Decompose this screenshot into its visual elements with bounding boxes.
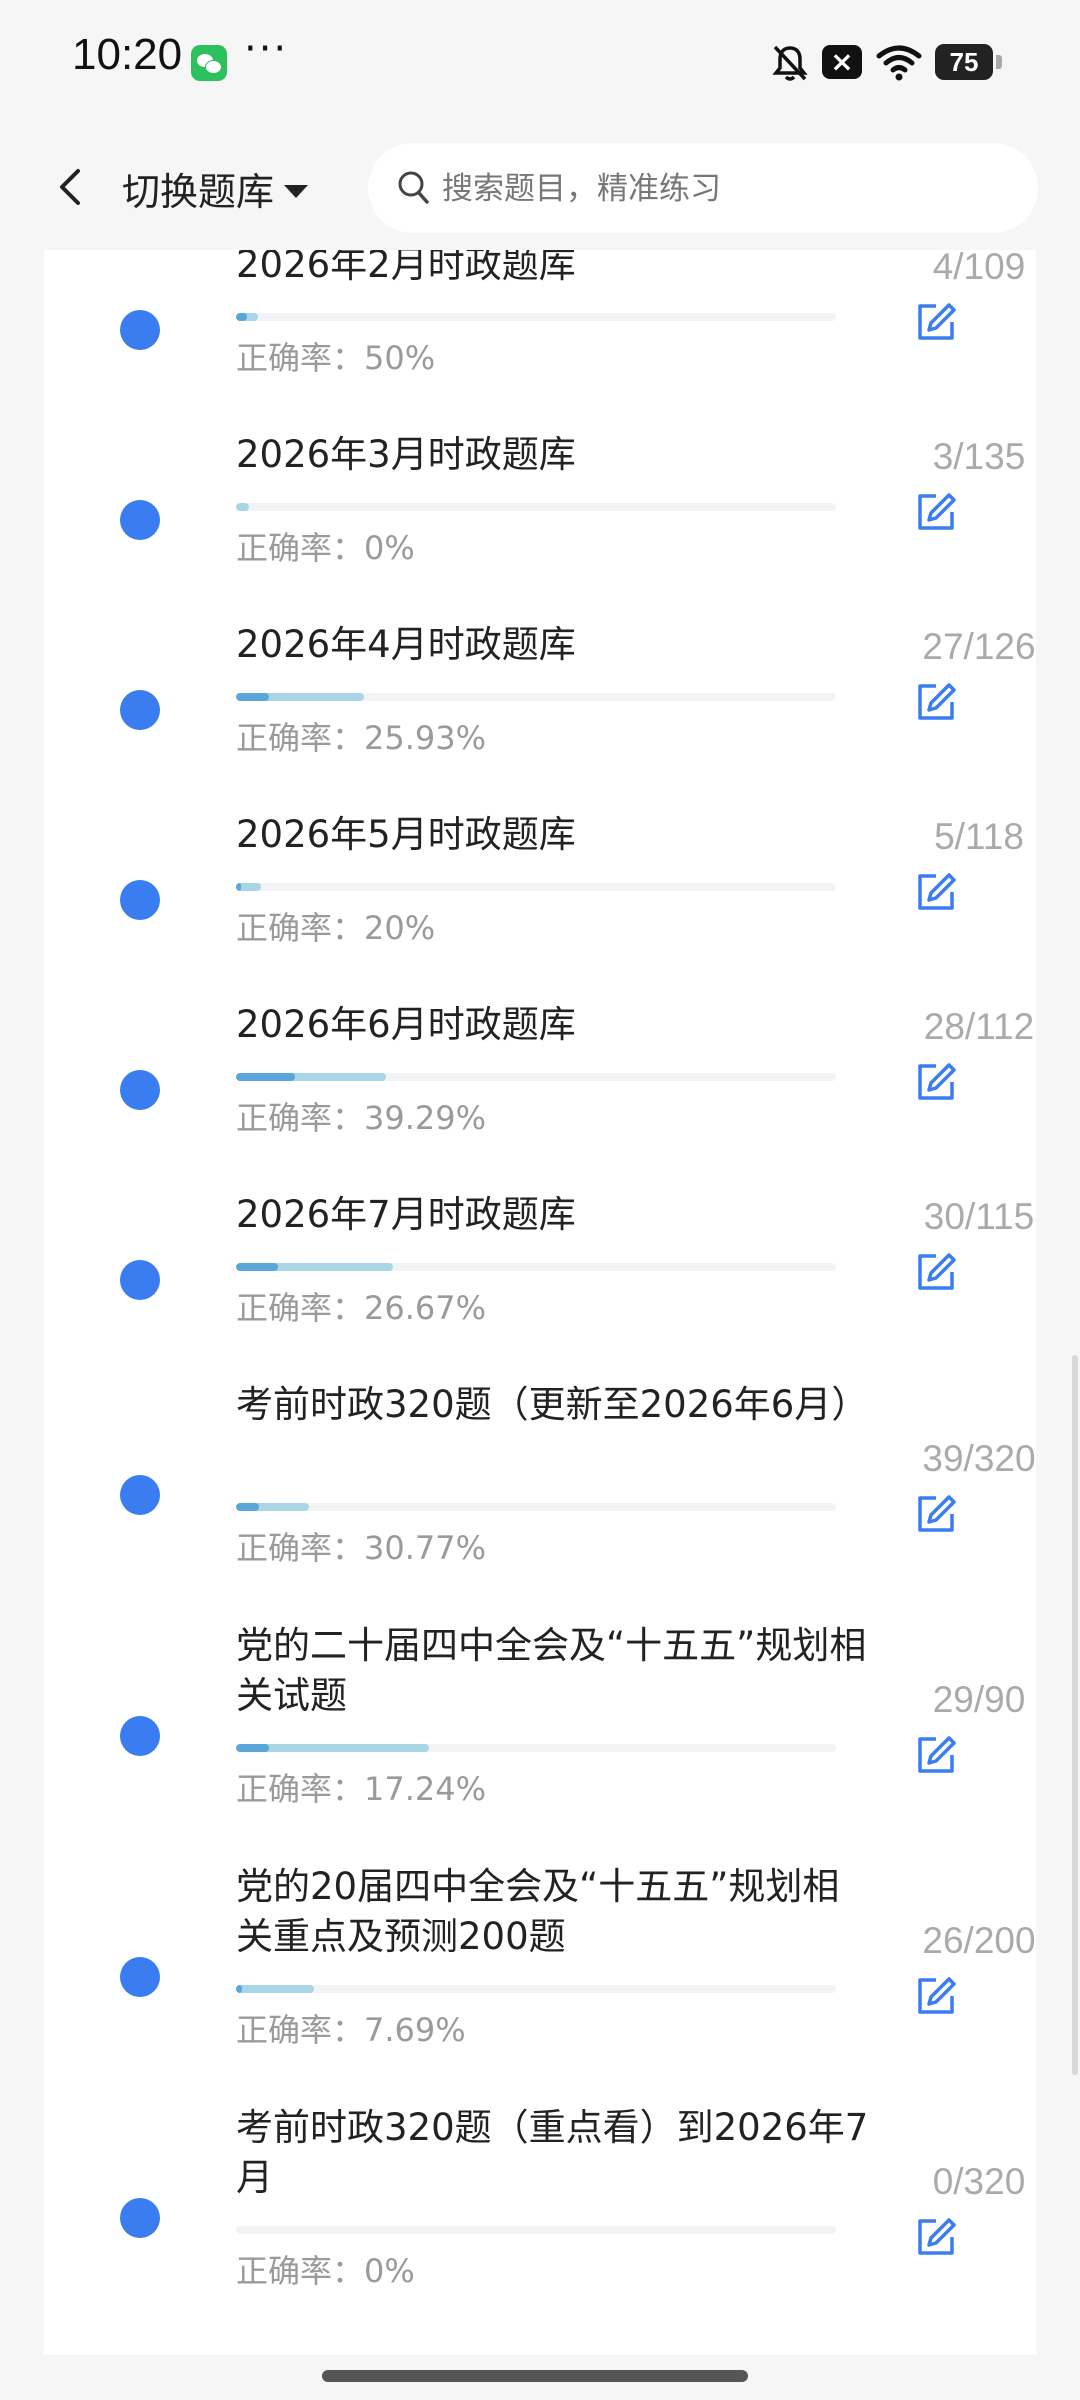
progress-count: 29/90 — [932, 1679, 1026, 1720]
question-bank-list: 2026年2月时政题库 正确率：50% 4/109 2026年3月时政题库正确率：0%… — [44, 250, 1036, 2355]
progress-fill — [236, 503, 250, 511]
accuracy-label: 正确率：0% — [236, 2252, 415, 2290]
progress-count: 3/135 — [932, 436, 1026, 477]
accuracy-fill — [236, 1263, 278, 1271]
accuracy-label: 正确率：50% — [236, 339, 436, 377]
status-dot — [120, 1260, 160, 1300]
question-bank-item[interactable]: 党的20届四中全会及“十五五”规划相关重点及预测200题正确率：7.69% 26/… — [44, 1862, 1036, 2103]
progress-bar — [236, 1263, 836, 1271]
edit-icon[interactable] — [914, 300, 958, 344]
progress-count: 39/320 — [922, 1438, 1036, 1479]
progress-bar — [236, 503, 836, 511]
accuracy-fill — [236, 1073, 295, 1081]
status-dot — [120, 1716, 160, 1756]
progress-bar — [236, 1985, 836, 1993]
item-title: 考前时政320题（更新至2026年6月） — [236, 1383, 869, 1426]
question-bank-item[interactable]: 考前时政320题（重点看）到2026年7月正确率：0% 0/320 — [44, 2103, 1036, 2344]
item-title: 党的20届四中全会及“十五五”规划相关重点及预测200题 — [236, 1865, 840, 1958]
status-dot — [120, 2198, 160, 2238]
search-box[interactable] — [368, 143, 1038, 235]
accuracy-label: 正确率：39.29% — [236, 1099, 487, 1137]
progress-count: 26/200 — [922, 1920, 1036, 1961]
search-icon — [398, 171, 429, 204]
progress-bar — [236, 883, 836, 891]
status-dot — [120, 500, 160, 540]
status-dot — [120, 310, 160, 350]
accuracy-label: 正确率：17.24% — [236, 1770, 487, 1808]
status-bar: 10:20 ··· × 75 — [0, 0, 1080, 125]
status-dot — [120, 1070, 160, 1110]
progress-fill — [236, 1985, 314, 1993]
item-title: 2026年5月时政题库 — [236, 813, 576, 856]
more-dots-icon: ··· — [244, 26, 289, 72]
status-dot — [120, 1957, 160, 1997]
edit-icon[interactable] — [914, 490, 958, 534]
accuracy-label: 正确率：26.67% — [236, 1289, 487, 1327]
edit-icon[interactable] — [914, 680, 958, 724]
battery-icon: 75 — [935, 44, 1002, 80]
edit-icon[interactable] — [914, 1492, 958, 1536]
accuracy-label: 正确率：25.93% — [236, 719, 487, 757]
caret-down-icon — [284, 185, 309, 198]
status-dot — [120, 1475, 160, 1515]
edit-icon[interactable] — [914, 870, 958, 914]
progress-bar — [236, 693, 836, 701]
progress-bar — [236, 313, 836, 321]
accuracy-fill — [236, 883, 242, 891]
progress-count: 0/320 — [932, 2161, 1026, 2202]
item-title: 2026年7月时政题库 — [236, 1193, 576, 1236]
accuracy-fill — [236, 693, 270, 701]
progress-count: 4/109 — [932, 250, 1026, 287]
close-icon: × — [822, 45, 862, 79]
status-dot — [120, 690, 160, 730]
scrollbar[interactable] — [1072, 1355, 1078, 2075]
accuracy-fill — [236, 313, 248, 321]
accuracy-label: 正确率：20% — [236, 909, 436, 947]
progress-bar — [236, 2226, 836, 2234]
status-dot — [120, 880, 160, 920]
home-indicator[interactable] — [322, 2370, 748, 2382]
item-title: 考前时政320题（重点看）到2026年7月 — [236, 2106, 869, 2199]
progress-count: 28/112 — [923, 1006, 1035, 1047]
item-title: 2026年2月时政题库 — [236, 250, 576, 286]
edit-icon[interactable] — [914, 1733, 958, 1777]
question-bank-item[interactable]: 2026年5月时政题库正确率：20% 5/118 — [44, 810, 1036, 1000]
bell-off-icon — [772, 45, 808, 81]
switch-bank-label: 切换题库 — [122, 170, 275, 214]
accuracy-label: 正确率：0% — [236, 529, 415, 567]
edit-icon[interactable] — [914, 1974, 958, 2018]
progress-bar — [236, 1503, 836, 1511]
wifi-icon — [876, 45, 922, 81]
search-input[interactable] — [440, 143, 1004, 235]
question-bank-item[interactable]: 党的二十届四中全会及“十五五”规划相关试题正确率：17.24% 29/90 — [44, 1621, 1036, 1862]
question-bank-item[interactable]: 考前时政320题（更新至2026年6月） 正确率：30.77% 39/320 — [44, 1380, 1036, 1621]
edit-icon[interactable] — [914, 1060, 958, 1104]
question-bank-item[interactable]: 2026年7月时政题库正确率：26.67% 30/115 — [44, 1190, 1036, 1380]
accuracy-fill — [236, 1503, 259, 1511]
back-arrow-icon[interactable] — [50, 165, 90, 209]
item-title: 2026年4月时政题库 — [236, 623, 576, 666]
header: 切换题库 — [0, 125, 1080, 250]
accuracy-label: 正确率：7.69% — [236, 2011, 466, 2049]
question-bank-item[interactable]: 2026年2月时政题库 正确率：50% 4/109 — [44, 250, 1036, 430]
item-title: 2026年3月时政题库 — [236, 433, 576, 476]
progress-bar — [236, 1744, 836, 1752]
progress-count: 27/126 — [922, 626, 1036, 667]
switch-bank-button[interactable]: 切换题库 — [122, 161, 309, 216]
status-time: 10:20 — [72, 30, 183, 79]
accuracy-fill — [236, 1744, 270, 1752]
question-bank-item[interactable]: 2026年4月时政题库正确率：25.93% 27/126 — [44, 620, 1036, 810]
progress-count: 5/118 — [934, 816, 1024, 857]
edit-icon[interactable] — [914, 2215, 958, 2259]
item-title: 2026年6月时政题库 — [236, 1003, 576, 1046]
progress-count: 30/115 — [923, 1196, 1035, 1237]
accuracy-label: 正确率：30.77% — [236, 1529, 487, 1567]
question-bank-item[interactable]: 2026年6月时政题库正确率：39.29% 28/112 — [44, 1000, 1036, 1190]
wechat-icon — [191, 45, 227, 81]
item-title: 党的二十届四中全会及“十五五”规划相关试题 — [236, 1624, 867, 1717]
question-bank-item[interactable]: 2026年3月时政题库正确率：0% 3/135 — [44, 430, 1036, 620]
edit-icon[interactable] — [914, 1250, 958, 1294]
accuracy-fill — [236, 1985, 242, 1993]
progress-bar — [236, 1073, 836, 1081]
